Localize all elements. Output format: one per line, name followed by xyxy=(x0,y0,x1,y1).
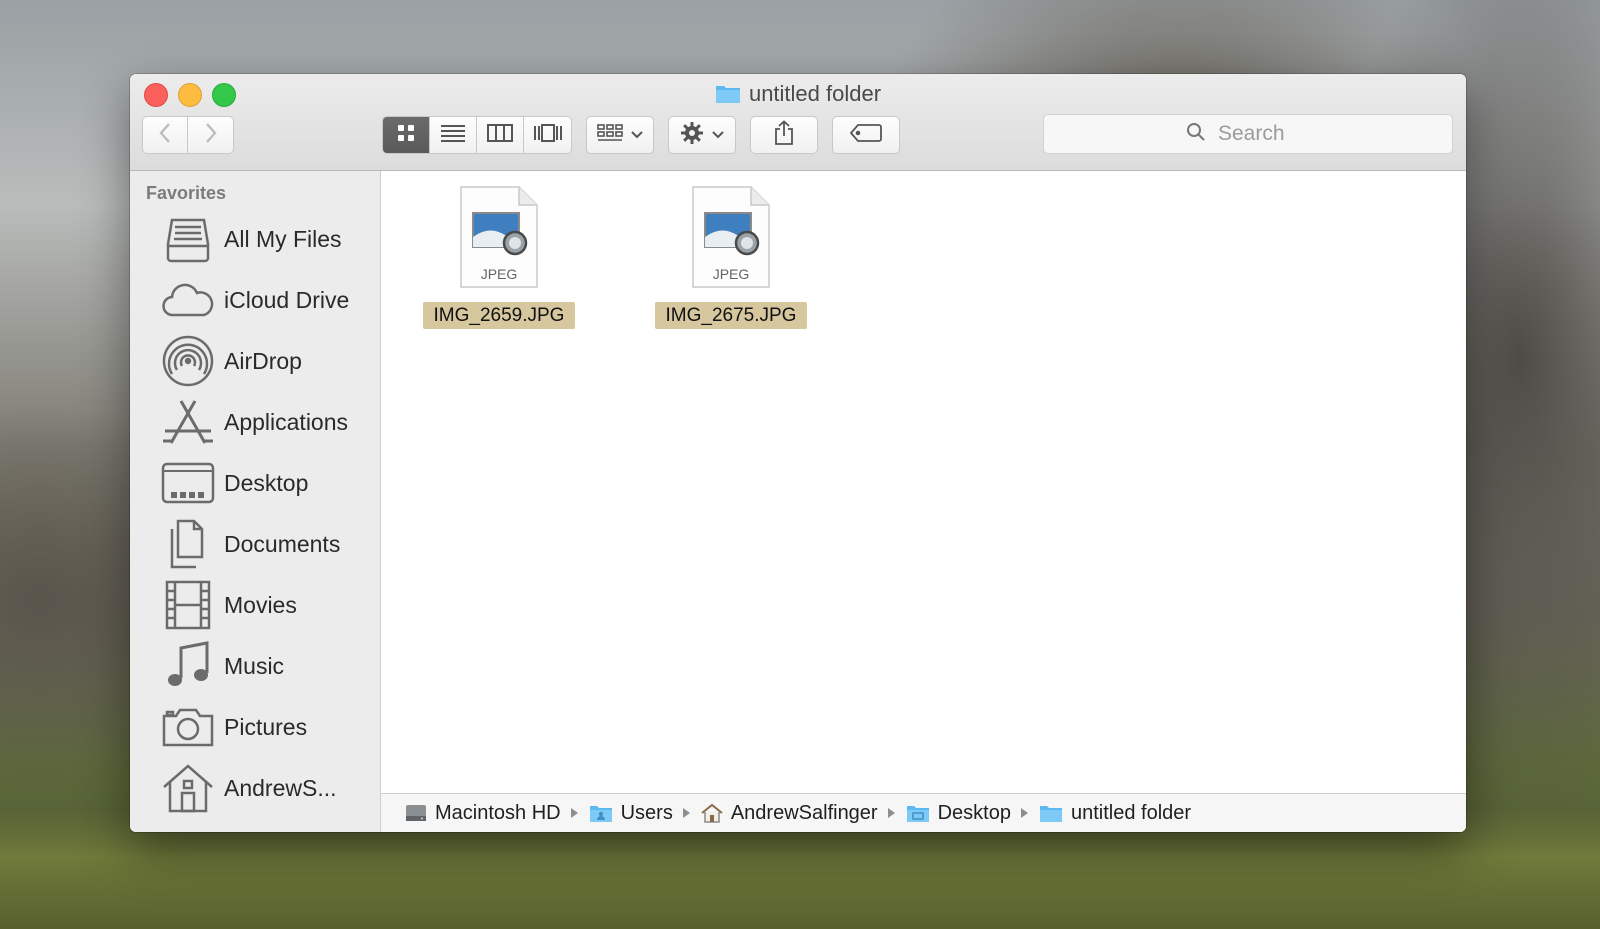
file-name[interactable]: IMG_2659.JPG xyxy=(423,302,575,329)
back-button[interactable] xyxy=(143,117,189,153)
sidebar-item-label: AirDrop xyxy=(224,347,302,374)
cover-flow-button[interactable] xyxy=(524,117,571,153)
sidebar-item-pictures[interactable]: Pictures xyxy=(160,699,380,755)
sidebar-item-label: Pictures xyxy=(224,713,308,740)
sidebar-item-label: Desktop xyxy=(224,469,309,496)
sidebar-item-airdrop[interactable]: AirDrop xyxy=(160,333,380,389)
desktop-folder-icon xyxy=(906,803,930,823)
chevron-right-icon xyxy=(204,122,218,149)
path-item-users[interactable]: Users xyxy=(589,802,673,825)
applications-icon xyxy=(160,394,216,450)
sidebar-item-music[interactable]: Music xyxy=(160,638,380,694)
path-separator-icon xyxy=(682,808,690,818)
path-separator-icon xyxy=(887,808,895,818)
share-icon xyxy=(773,119,795,151)
sidebar-item-label: Documents xyxy=(224,530,341,557)
sidebar-item-movies[interactable]: Movies xyxy=(160,577,380,633)
window-title: untitled folder xyxy=(130,80,1466,108)
folder-icon xyxy=(1039,803,1063,823)
jpeg-file-icon: JPEG xyxy=(459,185,539,289)
sidebar-item-home[interactable]: AndrewS... xyxy=(160,760,380,816)
path-item-macintosh-hd[interactable]: Macintosh HD xyxy=(405,802,561,825)
sidebar-item-label: Movies xyxy=(224,591,297,618)
sidebar-item-label: iCloud Drive xyxy=(224,286,350,313)
edit-tags-button[interactable] xyxy=(832,116,900,154)
nav-buttons xyxy=(142,116,234,154)
search-icon xyxy=(1186,122,1206,147)
home-icon xyxy=(701,803,723,823)
icloud-icon xyxy=(160,272,216,328)
path-separator-icon xyxy=(570,808,578,818)
pictures-icon xyxy=(160,699,216,755)
sidebar-item-label: AndrewS... xyxy=(224,774,337,801)
arrange-grid-icon xyxy=(597,123,623,147)
file-name[interactable]: IMG_2675.JPG xyxy=(655,302,807,329)
chevron-down-icon xyxy=(712,126,724,144)
sidebar-item-label: Music xyxy=(224,652,285,679)
finder-window: untitled folder Search Favorites All My … xyxy=(130,74,1466,832)
all-my-files-icon xyxy=(160,211,216,267)
path-bar: Macintosh HD Users AndrewSalfinger Deskt… xyxy=(381,793,1466,832)
share-button[interactable] xyxy=(750,116,818,154)
titlebar: untitled folder xyxy=(130,74,1466,171)
home-icon xyxy=(160,760,216,816)
cover-flow-icon xyxy=(533,123,563,147)
folder-icon xyxy=(715,83,741,111)
grid-icon xyxy=(396,123,416,148)
desktop-icon xyxy=(160,455,216,511)
path-item-untitled-folder[interactable]: untitled folder xyxy=(1039,802,1191,825)
column-view-button[interactable] xyxy=(477,117,524,153)
chevron-left-icon xyxy=(158,122,172,149)
sidebar: Favorites All My Files iCloud Drive AirD… xyxy=(130,171,381,832)
arrange-button[interactable] xyxy=(586,116,654,154)
window-title-text: untitled folder xyxy=(748,81,882,106)
view-mode-control xyxy=(382,116,572,154)
path-item-andrewsalfinger[interactable]: AndrewSalfinger xyxy=(701,802,878,825)
sidebar-item-all-my-files[interactable]: All My Files xyxy=(160,211,380,267)
forward-button[interactable] xyxy=(188,117,233,153)
airdrop-icon xyxy=(160,333,216,389)
sidebar-header-favorites: Favorites xyxy=(146,183,227,203)
gear-icon xyxy=(680,121,704,150)
file-type-label: JPEG xyxy=(480,266,518,282)
sidebar-item-label: Applications xyxy=(224,408,349,435)
chevron-down-icon xyxy=(631,126,643,144)
movies-icon xyxy=(160,577,216,633)
path-item-desktop[interactable]: Desktop xyxy=(906,802,1011,825)
tag-icon xyxy=(849,123,882,147)
list-view-button[interactable] xyxy=(430,117,477,153)
file-browser: JPEG IMG_2659.JPG JPEG IMG_2675.JPG xyxy=(381,171,1466,793)
jpeg-file-icon: JPEG xyxy=(691,185,771,289)
sidebar-item-label: All My Files xyxy=(224,225,342,252)
file-type-label: JPEG xyxy=(712,266,750,282)
sidebar-item-desktop[interactable]: Desktop xyxy=(160,455,380,511)
path-separator-icon xyxy=(1020,808,1028,818)
sidebar-item-documents[interactable]: Documents xyxy=(160,516,380,572)
search-field[interactable] xyxy=(1043,114,1453,154)
list-icon xyxy=(441,124,465,147)
hard-drive-icon xyxy=(405,803,427,823)
columns-icon xyxy=(487,123,513,147)
users-folder-icon xyxy=(589,803,613,823)
search-input[interactable] xyxy=(1216,121,1310,147)
icon-view-button[interactable] xyxy=(383,117,430,153)
file-item[interactable]: JPEG IMG_2675.JPG xyxy=(651,185,811,335)
sidebar-item-icloud-drive[interactable]: iCloud Drive xyxy=(160,272,380,328)
music-icon xyxy=(160,638,216,694)
sidebar-item-applications[interactable]: Applications xyxy=(160,394,380,450)
documents-icon xyxy=(160,516,216,572)
file-item[interactable]: JPEG IMG_2659.JPG xyxy=(419,185,579,335)
action-button[interactable] xyxy=(668,116,736,154)
